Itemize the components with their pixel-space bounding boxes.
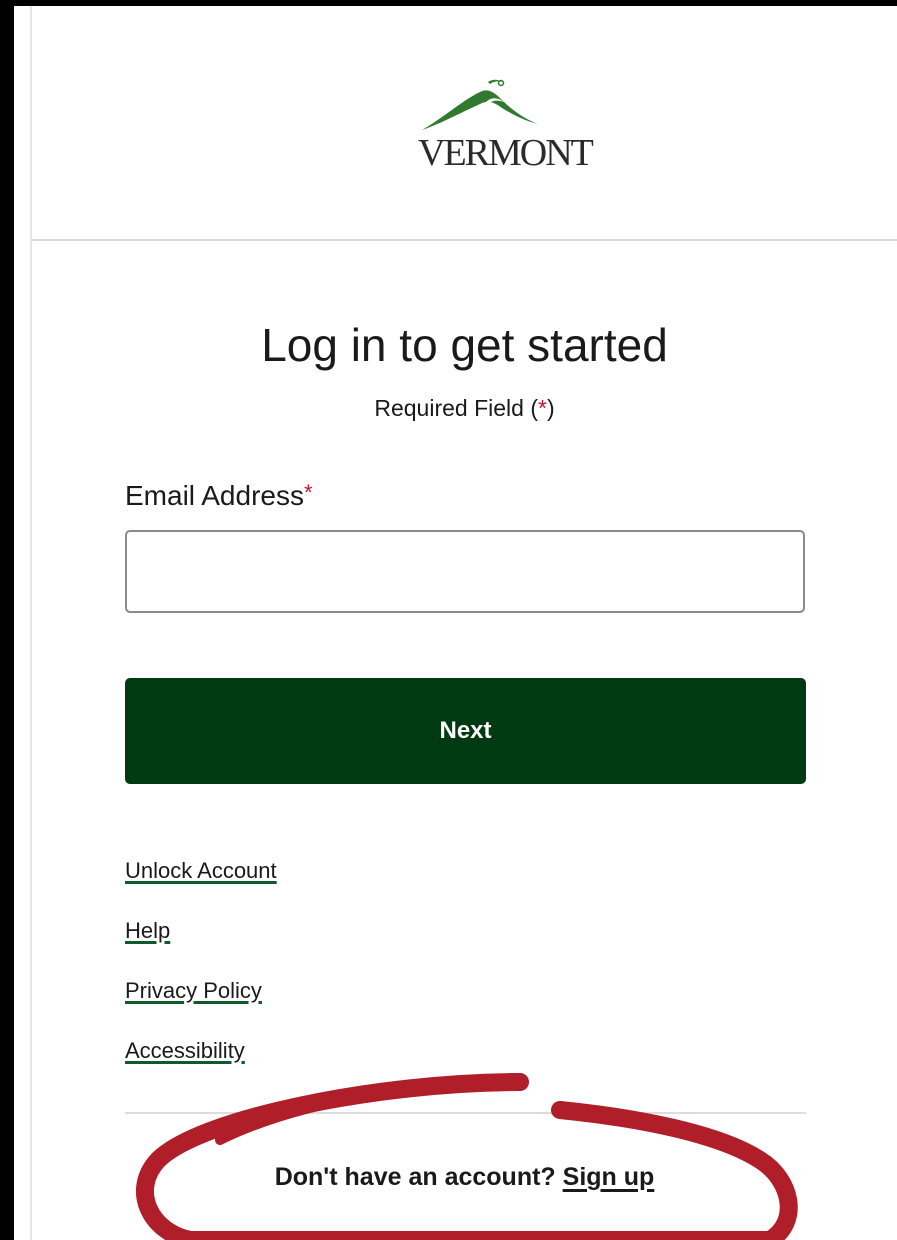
vermont-wordmark: VERMONT [418, 132, 594, 174]
login-page: VERMONT Log in to get started Required F… [0, 0, 897, 1240]
required-field-note: Required Field (*) [32, 395, 897, 422]
required-note-suffix: ) [546, 395, 555, 421]
email-label-text: Email Address [125, 480, 304, 511]
email-required-star: * [303, 480, 313, 505]
next-button[interactable]: Next [125, 678, 806, 784]
annotation-stroke [135, 1073, 798, 1240]
email-label: Email Address* [125, 480, 313, 512]
vermont-logo: VERMONT [418, 78, 594, 188]
required-star: * [538, 395, 547, 421]
help-link[interactable]: Help [125, 918, 170, 944]
header-divider [32, 239, 897, 241]
signup-prompt: Don't have an account? Sign up [32, 1163, 897, 1192]
page-title: Log in to get started [261, 319, 668, 371]
unlock-account-link[interactable]: Unlock Account [125, 858, 277, 884]
sign-up-link[interactable]: Sign up [563, 1163, 655, 1191]
accessibility-link[interactable]: Accessibility [125, 1038, 245, 1064]
email-input[interactable] [125, 530, 805, 613]
window-border-left [0, 0, 14, 1240]
mountain-logo-icon [422, 79, 538, 130]
required-note-prefix: Required Field ( [374, 395, 538, 421]
footer-divider [125, 1112, 806, 1114]
annotation-stroke-overlap [215, 1073, 525, 1145]
signup-prompt-text: Don't have an account? [274, 1163, 563, 1191]
privacy-policy-link[interactable]: Privacy Policy [125, 978, 262, 1004]
